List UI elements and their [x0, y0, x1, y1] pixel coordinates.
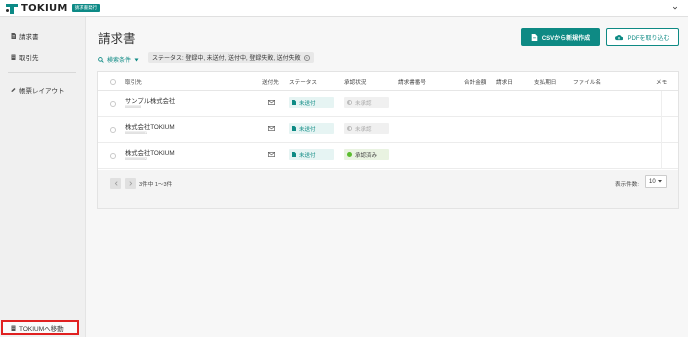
- column-invoice-number[interactable]: 請求書番号: [398, 78, 426, 86]
- status-label: 未送付: [299, 126, 316, 133]
- approval-badge: 未承認: [344, 123, 389, 134]
- row-checkbox[interactable]: [110, 127, 116, 133]
- partner-code: 00000000001: [125, 131, 147, 135]
- go-to-tokium-link[interactable]: TOKIUMへ移動: [1, 320, 79, 335]
- sidebar-item-label: 取引先: [19, 55, 39, 62]
- sidebar: 請求書 取引先 帳票レイアウト TOKIUMへ移動: [0, 17, 86, 337]
- brand-name: TOKIUM: [21, 2, 68, 14]
- table-footer: 3件中 1〜3件 表示件数: 10: [98, 170, 678, 208]
- document-icon: [292, 126, 296, 131]
- search-icon: [98, 56, 104, 63]
- approval-label: 承認済み: [355, 152, 378, 159]
- sidebar-divider: [8, 72, 76, 73]
- status-label: 未送付: [299, 100, 316, 107]
- caret-down-icon: [134, 58, 139, 61]
- partner-code: 00000000002: [125, 157, 147, 161]
- table-row[interactable]: 株式会社TOKIUM 00000000001 未送付 未承認: [98, 117, 678, 143]
- status-filter-chip: ステータス: 登録中, 未送付, 送付中, 登録失敗, 送付失敗 ×: [148, 52, 314, 63]
- close-icon[interactable]: ×: [303, 54, 310, 61]
- per-page-label: 表示件数:: [615, 182, 639, 188]
- pending-icon: [347, 100, 352, 105]
- row-checkbox[interactable]: [110, 101, 116, 107]
- approval-label: 未承認: [355, 126, 372, 133]
- create-from-csv-button[interactable]: CSVから新規作成: [521, 28, 600, 46]
- column-status[interactable]: ステータス: [289, 78, 317, 86]
- caret-down-icon: [657, 180, 662, 183]
- column-file-name[interactable]: ファイル名: [573, 78, 601, 86]
- mail-icon: [268, 152, 275, 157]
- chevron-left-icon: [114, 181, 118, 186]
- product-badge: 請求書発行: [71, 4, 101, 12]
- sidebar-item-label: 帳票レイアウト: [19, 88, 65, 95]
- invoice-table: 取引先 送付先 ステータス 承認状況 請求書番号 合計金額 請求日 支払期日 フ…: [97, 71, 679, 209]
- row-checkbox[interactable]: [110, 153, 116, 159]
- pdf-button-label: PDFを取り込む: [627, 35, 670, 42]
- partner-name: サンプル株式会社: [125, 98, 176, 105]
- approved-check-icon: [347, 152, 352, 157]
- column-due-date[interactable]: 支払期日: [534, 78, 556, 86]
- sidebar-item-partners[interactable]: 取引先: [11, 52, 39, 62]
- top-bar: TOKIUM 請求書発行: [0, 0, 688, 17]
- main-content: 請求書 CSVから新規作成 PDFを取り込む 検索条件 ステータス: 登録中, …: [86, 17, 688, 337]
- chevron-right-icon: [128, 181, 132, 186]
- sidebar-item-label: 請求書: [19, 34, 39, 41]
- next-page-button[interactable]: [125, 178, 136, 189]
- status-badge: 未送付: [289, 149, 334, 160]
- building-icon: [11, 54, 16, 60]
- memo-divider: [661, 117, 662, 143]
- tokium-logo-icon: [6, 3, 18, 14]
- sidebar-item-invoices[interactable]: 請求書: [11, 31, 39, 41]
- mail-icon: [268, 100, 275, 105]
- status-badge: 未送付: [289, 97, 334, 108]
- search-conditions-toggle[interactable]: 検索条件: [98, 55, 139, 64]
- partner-name: 株式会社TOKIUM: [125, 124, 175, 131]
- table-row[interactable]: 株式会社TOKIUM 00000000002 未送付 承認済み: [98, 143, 678, 169]
- column-send-to[interactable]: 送付先: [262, 78, 279, 86]
- column-partner[interactable]: 取引先: [125, 78, 142, 86]
- column-total[interactable]: 合計金額: [464, 78, 486, 86]
- sidebar-item-layouts[interactable]: 帳票レイアウト: [11, 85, 65, 95]
- approval-badge: 未承認: [344, 97, 389, 108]
- table-header: 取引先 送付先 ステータス 承認状況 請求書番号 合計金額 請求日 支払期日 フ…: [98, 72, 678, 91]
- select-all-checkbox[interactable]: [110, 79, 116, 85]
- status-badge: 未送付: [289, 123, 334, 134]
- csv-file-icon: [531, 33, 538, 41]
- pagination-info: 3件中 1〜3件: [139, 182, 173, 188]
- memo-divider: [661, 143, 662, 169]
- per-page-value: 10: [649, 178, 656, 185]
- page-title: 請求書: [98, 32, 136, 46]
- chevron-down-icon[interactable]: [672, 5, 678, 11]
- table-row[interactable]: サンプル株式会社 00000000 未送付 未承認: [98, 91, 678, 117]
- building-icon: [11, 325, 16, 331]
- approval-label: 未承認: [355, 100, 372, 107]
- go-to-tokium-label: TOKIUMへ移動: [19, 325, 64, 333]
- csv-button-label: CSVから新規作成: [541, 35, 591, 42]
- memo-divider: [661, 91, 662, 117]
- column-approval[interactable]: 承認状況: [344, 78, 366, 86]
- pencil-icon: [11, 88, 16, 92]
- filter-chip-label: ステータス: 登録中, 未送付, 送付中, 登録失敗, 送付失敗: [152, 56, 301, 62]
- partner-name: 株式会社TOKIUM: [125, 150, 175, 157]
- column-memo[interactable]: メモ: [656, 78, 667, 86]
- prev-page-button[interactable]: [110, 178, 121, 189]
- status-label: 未送付: [299, 152, 316, 159]
- document-icon: [292, 152, 296, 157]
- partner-code: 00000000: [125, 105, 141, 109]
- column-invoice-date[interactable]: 請求日: [496, 78, 513, 86]
- import-pdf-button[interactable]: PDFを取り込む: [606, 28, 679, 46]
- search-conditions-label: 検索条件: [107, 58, 132, 64]
- mail-icon: [268, 126, 275, 131]
- document-icon: [292, 100, 296, 105]
- approval-badge: 承認済み: [344, 149, 389, 160]
- pending-icon: [347, 126, 352, 131]
- cloud-upload-icon: [615, 34, 624, 40]
- document-icon: [11, 33, 16, 39]
- per-page-select[interactable]: 10: [645, 175, 667, 188]
